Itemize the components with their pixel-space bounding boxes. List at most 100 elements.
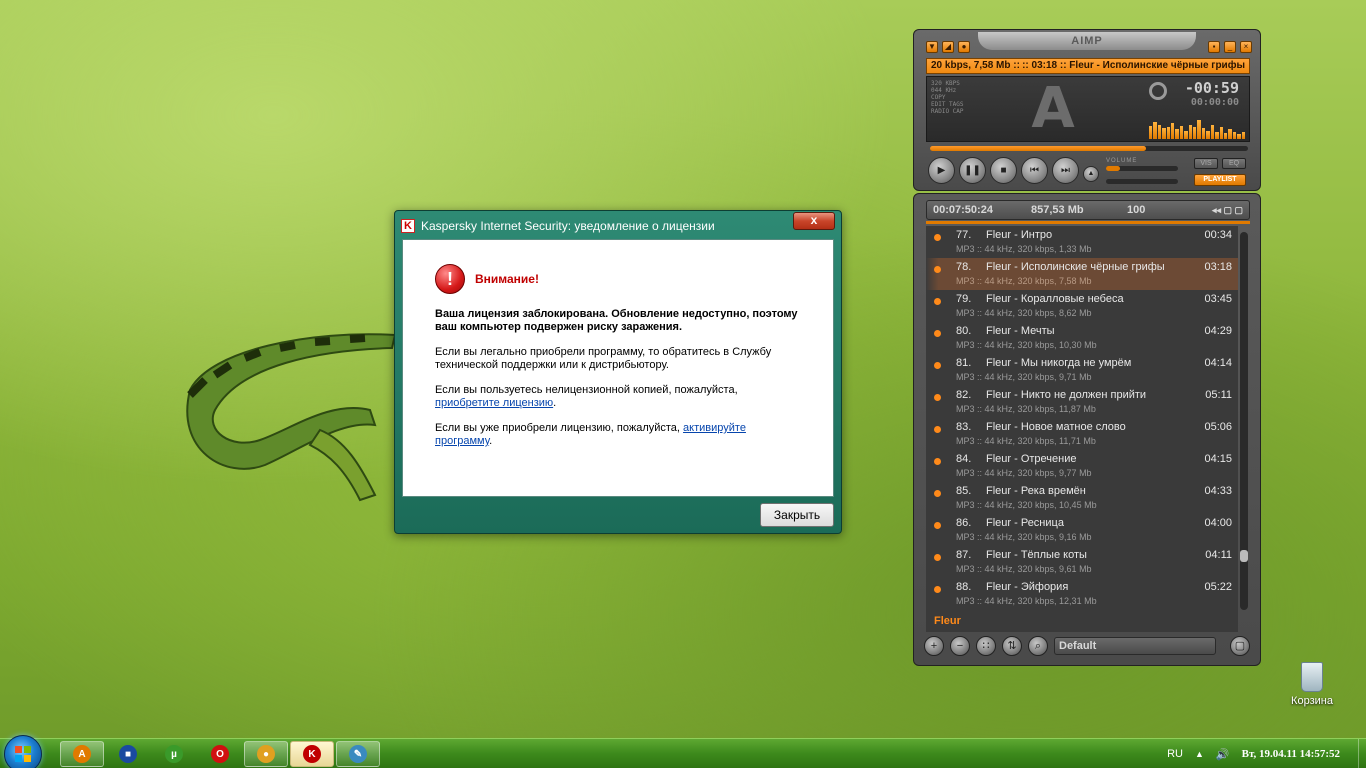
- show-hidden-icons-icon[interactable]: ▲: [1195, 749, 1204, 759]
- add-icon[interactable]: +: [924, 636, 944, 656]
- eject-icon[interactable]: ▲: [1083, 166, 1099, 182]
- start-button[interactable]: [4, 735, 42, 768]
- buy-license-link[interactable]: приобретите лицензию: [435, 397, 553, 409]
- track-row[interactable]: 79. Fleur - Коралловые небеса 03:45 MP3 :: …: [926, 290, 1238, 322]
- recycle-bin[interactable]: Корзина: [1286, 662, 1338, 707]
- tray-icon[interactable]: ●: [958, 41, 970, 53]
- menu-icon[interactable]: ▼: [926, 41, 938, 53]
- system-tray: RU ▲ 🔊 Вт, 19.04.11 14:57:52: [1167, 739, 1358, 768]
- pause-icon[interactable]: ❚❚: [959, 157, 986, 184]
- track-row[interactable]: 80. Fleur - Мечты 04:29 MP3 :: 44 kHz, 320 …: [926, 322, 1238, 354]
- aimp-taskbar-button[interactable]: A: [60, 741, 104, 767]
- license-blocked-text: Ваша лицензия заблокирована. Обновление …: [435, 308, 798, 333]
- playlist-menu-icon[interactable]: ▢: [1230, 636, 1250, 656]
- volume-slider[interactable]: [1106, 166, 1178, 171]
- playlist-scrollbar[interactable]: [1240, 232, 1248, 610]
- eq-button[interactable]: EQ: [1222, 158, 1246, 169]
- spectrum-bar: [1219, 127, 1223, 139]
- stream-info: 320 KBPS 044 KHz COPY EDIT TAGS RADIO CA…: [931, 80, 964, 115]
- spectrum-bar: [1215, 131, 1219, 139]
- aimp-title: AIMP: [978, 32, 1196, 50]
- time-elapsed: 00:00:00: [1190, 97, 1239, 108]
- chrome-taskbar-button[interactable]: ●: [244, 741, 288, 767]
- aimp-titlebar[interactable]: ▼ ◢ ● AIMP ▪ _ ×: [914, 30, 1260, 56]
- track-info: MP3 :: 44 kHz, 320 kbps, 11,71 Mb: [956, 436, 1096, 446]
- warning-icon: !: [435, 264, 465, 294]
- track-duration: 04:33: [1204, 485, 1232, 497]
- time-remaining[interactable]: -00:59: [1185, 79, 1239, 97]
- track-row[interactable]: 88. Fleur - Эйфория 05:22 MP3 :: 44 kHz, 32…: [926, 578, 1238, 610]
- track-dot-icon: [934, 426, 941, 433]
- remove-icon[interactable]: −: [950, 636, 970, 656]
- vis-button[interactable]: VIS: [1194, 158, 1218, 169]
- close-icon[interactable]: x: [793, 212, 835, 230]
- track-title: Fleur - Коралловые небеса: [986, 293, 1124, 305]
- volume-control[interactable]: VOLUME: [1106, 158, 1178, 184]
- track-dot-icon: [934, 362, 941, 369]
- track-line: 83. Fleur - Новое матное слово: [956, 418, 1238, 435]
- volume-icon[interactable]: 🔊: [1216, 748, 1230, 761]
- kaspersky-taskbar-button[interactable]: K: [290, 741, 334, 767]
- sort-icon[interactable]: ⇅: [1002, 636, 1022, 656]
- track-duration: 05:22: [1204, 581, 1232, 593]
- track-row[interactable]: 85. Fleur - Река времён 04:33 MP3 :: 44 kHz…: [926, 482, 1238, 514]
- playlist-nav-icons[interactable]: ◂◂ ▢ ▢: [1212, 201, 1243, 219]
- balance-slider[interactable]: [1106, 179, 1178, 184]
- stop-icon[interactable]: ■: [990, 157, 1017, 184]
- track-info: MP3 :: 44 kHz, 320 kbps, 9,61 Mb: [956, 564, 1092, 574]
- scrollbar-thumb[interactable]: [1240, 550, 1248, 562]
- close-icon[interactable]: ×: [1240, 41, 1252, 53]
- show-desktop-button[interactable]: [1358, 739, 1366, 768]
- dialog-titlebar[interactable]: K Kaspersky Internet Security: уведомлен…: [401, 215, 791, 237]
- language-indicator[interactable]: RU: [1167, 748, 1183, 760]
- track-dot-icon: [934, 330, 941, 337]
- aimp-logo: A: [1031, 76, 1075, 141]
- track-duration: 00:34: [1204, 229, 1232, 241]
- track-list[interactable]: 77. Fleur - Интро 00:34MP3 :: 44 kHz, 320 …: [926, 226, 1238, 632]
- options-icon[interactable]: ∷: [976, 636, 996, 656]
- play-icon[interactable]: ▶: [928, 157, 955, 184]
- paint-taskbar-button[interactable]: ✎: [336, 741, 380, 767]
- seek-bar[interactable]: [930, 146, 1248, 151]
- track-line: 77. Fleur - Интро: [956, 226, 1238, 243]
- track-info: MP3 :: 44 kHz, 320 kbps, 7,58 Mb: [956, 276, 1092, 286]
- track-duration: 04:14: [1204, 357, 1232, 369]
- next-icon[interactable]: ⏭: [1052, 157, 1079, 184]
- track-title: Fleur - Мы никогда не умрём: [986, 357, 1132, 369]
- playlist-total-size: 857,53 Mb: [1031, 204, 1084, 216]
- track-number: 84.: [956, 453, 972, 465]
- playlist-name-field[interactable]: Default: [1054, 637, 1216, 655]
- playlist-button[interactable]: PLAYLIST: [1194, 174, 1246, 186]
- track-row[interactable]: 87. Fleur - Тёплые коты 04:11 MP3 :: 44 kHz…: [926, 546, 1238, 578]
- minimize-icon[interactable]: _: [1224, 41, 1236, 53]
- close-button[interactable]: Закрыть: [760, 503, 834, 527]
- track-line: 78. Fleur - Исполинские чёрные грифы: [956, 258, 1238, 275]
- spectrum-bar: [1232, 131, 1237, 139]
- track-title: Fleur - Интро: [986, 229, 1053, 241]
- timer-icon[interactable]: [1149, 82, 1167, 100]
- track-row[interactable]: 82. Fleur - Никто не должен прийти 05:11 MP…: [926, 386, 1238, 418]
- spectrum-bar: [1157, 124, 1162, 139]
- prev-icon[interactable]: ⏮: [1021, 157, 1048, 184]
- track-row-current[interactable]: 78. Fleur - Исполинские чёрные грифы 03:18…: [926, 258, 1238, 290]
- tool-icon[interactable]: ▪: [1208, 41, 1220, 53]
- opera-taskbar-button[interactable]: O: [198, 741, 242, 767]
- activate-paragraph: Если вы уже приобрели лицензию, пожалуйс…: [435, 422, 799, 448]
- track-number: 81.: [956, 357, 972, 369]
- track-row[interactable]: 84. Fleur - Отречение 04:15 MP3 :: 44 kHz, …: [926, 450, 1238, 482]
- track-row[interactable]: 83. Fleur - Новое матное слово 05:06 MP3 ::…: [926, 418, 1238, 450]
- spectrum-bar: [1237, 134, 1241, 139]
- track-duration: 03:18: [1204, 261, 1232, 273]
- track-row[interactable]: 77. Fleur - Интро 00:34 MP3 :: 44 kHz, 320 …: [926, 226, 1238, 258]
- clock[interactable]: Вт, 19.04.11 14:57:52: [1242, 748, 1340, 760]
- spectrum-visualizer[interactable]: [1149, 115, 1245, 139]
- track-dot-icon: [934, 554, 941, 561]
- minimize-mode-icon[interactable]: ◢: [942, 41, 954, 53]
- track-row[interactable]: 86. Fleur - Ресница 04:00 MP3 :: 44 kHz, 32…: [926, 514, 1238, 546]
- floppy-taskbar-button[interactable]: ■: [106, 741, 150, 767]
- track-number: 85.: [956, 485, 972, 497]
- utorrent-taskbar-button[interactable]: µ: [152, 741, 196, 767]
- buy-license-paragraph: Если вы пользуетесь нелицензионной копие…: [435, 384, 799, 410]
- track-row[interactable]: 81. Fleur - Мы никогда не умрём 04:14 MP3 :…: [926, 354, 1238, 386]
- search-icon[interactable]: ⌕: [1028, 636, 1048, 656]
